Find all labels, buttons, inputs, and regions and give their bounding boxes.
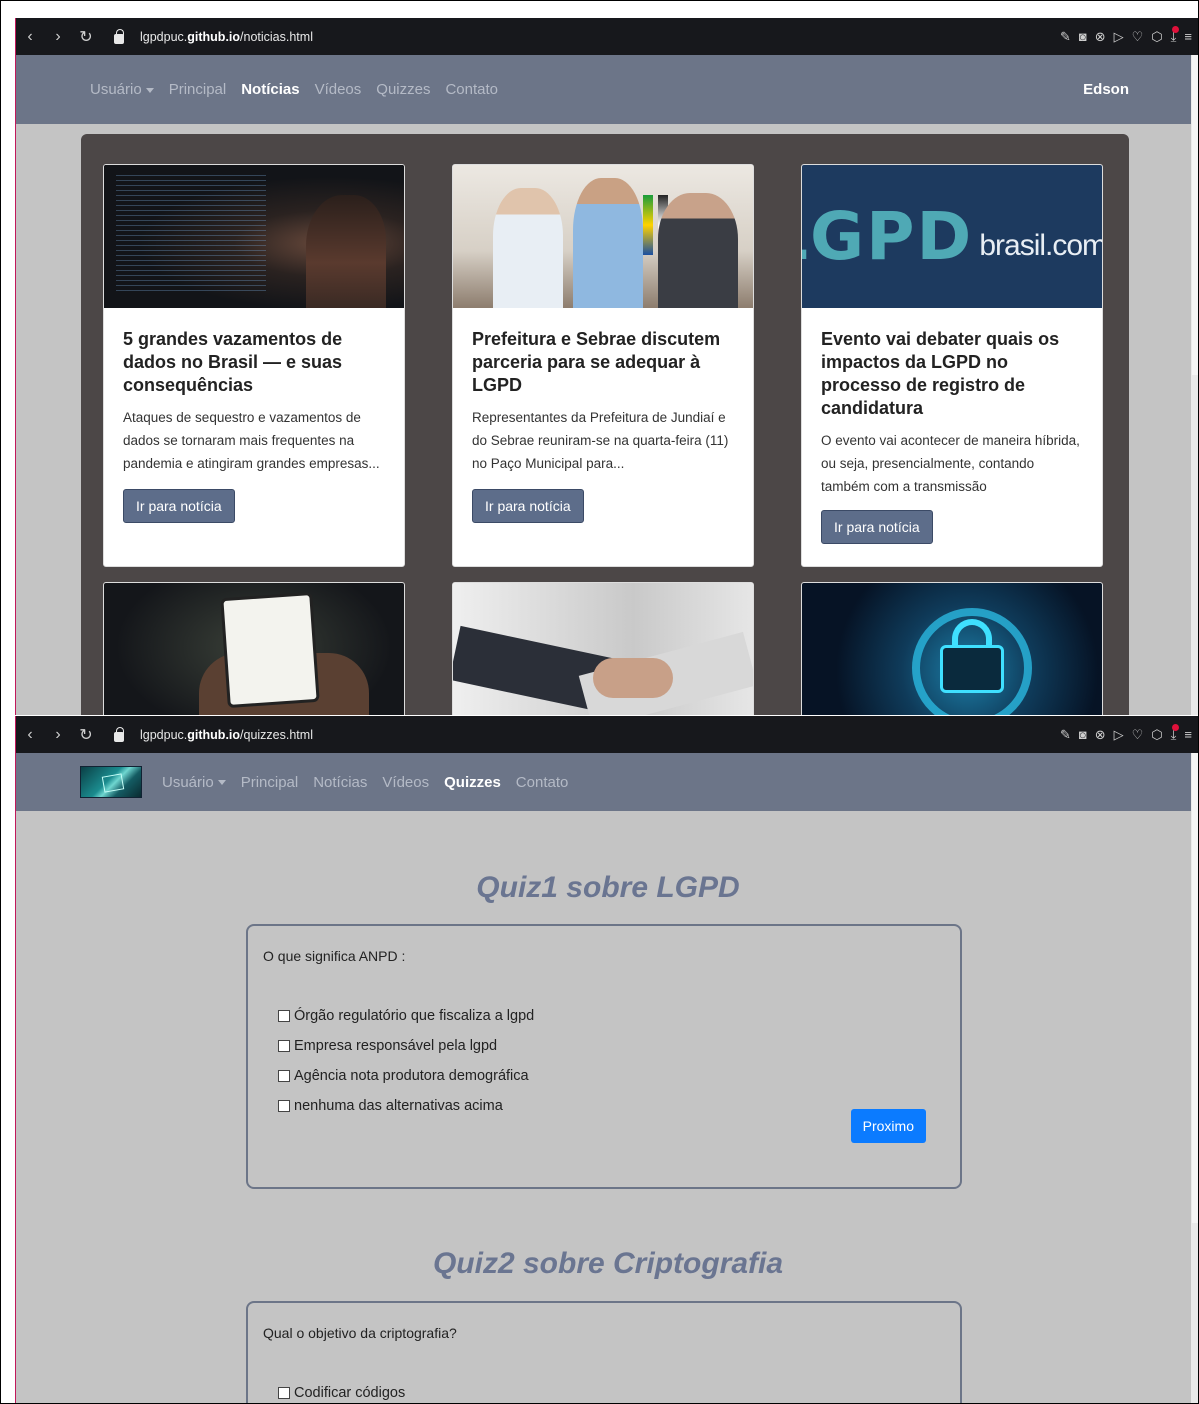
news-card <box>103 582 405 715</box>
download-icon[interactable]: ⤓ <box>1171 723 1180 743</box>
card-title[interactable]: Evento vai debater quais os impactos da … <box>821 328 1083 420</box>
reload-icon[interactable]: ↻ <box>72 27 100 47</box>
quiz1-box: O que significa ANPD : Órgão regulatório… <box>246 924 962 1189</box>
caret-down-icon <box>145 87 154 93</box>
quiz2-title: Quiz2 sobre Criptografia <box>432 1247 784 1280</box>
handshake-image <box>453 583 753 715</box>
checkbox[interactable] <box>278 1100 290 1112</box>
box-icon[interactable]: ⬡ <box>1151 29 1162 45</box>
checkbox[interactable] <box>278 1387 290 1399</box>
nav-videos[interactable]: Vídeos <box>315 81 362 98</box>
nav-principal[interactable]: Principal <box>241 774 299 791</box>
nav-noticias[interactable]: Notícias <box>241 81 299 98</box>
quiz1-question: O que significa ANPD : <box>263 948 406 964</box>
news-panel: 5 grandes vazamentos de dados no Brasil … <box>81 134 1129 715</box>
block-icon[interactable]: ⊗ <box>1095 727 1106 743</box>
scrollbar[interactable] <box>1191 55 1199 715</box>
heart-icon[interactable]: ♡ <box>1132 29 1144 45</box>
news-page: 5 grandes vazamentos de dados no Brasil … <box>16 124 1199 715</box>
menu-icon[interactable]: ≡ <box>1184 29 1192 45</box>
back-icon[interactable]: ‹ <box>16 28 44 46</box>
lock-icon <box>114 726 124 742</box>
logo-main-text: LGPD <box>802 198 974 275</box>
nav-user-dropdown[interactable]: Usuário <box>162 774 226 791</box>
brand-logo[interactable] <box>80 766 142 798</box>
news-card <box>452 582 754 715</box>
quiz1-option[interactable]: Órgão regulatório que fiscaliza a lgpd <box>278 1001 945 1031</box>
nav-contato[interactable]: Contato <box>516 774 569 791</box>
card-title[interactable]: Prefeitura e Sebrae discutem parceria pa… <box>472 328 734 397</box>
caret-down-icon <box>217 780 226 786</box>
read-news-button[interactable]: Ir para notícia <box>821 510 933 544</box>
nav-principal[interactable]: Principal <box>169 81 227 98</box>
address-bar[interactable]: lgpdpuc.github.io/noticias.html <box>140 30 313 44</box>
browser-window-quizzes: ‹ › ↻ lgpdpuc.github.io/quizzes.html ✎ ◙… <box>15 716 1199 1404</box>
edit-icon[interactable]: ✎ <box>1060 727 1071 743</box>
card-text: O evento vai acontecer de maneira híbrid… <box>821 433 1080 494</box>
browser-toolbar: ‹ › ↻ lgpdpuc.github.io/noticias.html ✎ … <box>16 18 1199 55</box>
forward-icon[interactable]: › <box>44 726 72 744</box>
browser-window-news: ‹ › ↻ lgpdpuc.github.io/noticias.html ✎ … <box>15 18 1199 715</box>
news-card: LGPD brasil.com.br Evento vai debater qu… <box>801 164 1103 567</box>
camera-icon[interactable]: ◙ <box>1079 29 1087 45</box>
quiz2-question: Qual o objetivo da criptografia? <box>263 1325 457 1341</box>
quiz1-option[interactable]: nenhuma das alternativas acima <box>278 1091 945 1121</box>
checkbox[interactable] <box>278 1040 290 1052</box>
heart-icon[interactable]: ♡ <box>1132 727 1144 743</box>
nav-noticias[interactable]: Notícias <box>313 774 367 791</box>
scrollbar[interactable] <box>1191 753 1199 1404</box>
user-name[interactable]: Edson <box>1083 81 1129 98</box>
reload-icon[interactable]: ↻ <box>72 725 100 745</box>
browser-toolbar: ‹ › ↻ lgpdpuc.github.io/quizzes.html ✎ ◙… <box>16 716 1199 753</box>
address-bar[interactable]: lgpdpuc.github.io/quizzes.html <box>140 728 313 742</box>
code-screen-image <box>104 165 404 308</box>
lgpd-logo-image: LGPD brasil.com.br <box>802 165 1102 308</box>
nav-videos[interactable]: Vídeos <box>382 774 429 791</box>
nav-quizzes[interactable]: Quizzes <box>376 81 430 98</box>
back-icon[interactable]: ‹ <box>16 726 44 744</box>
logo-sub-text: brasil.com.br <box>979 228 1102 262</box>
site-navbar: Usuário Principal Notícias Vídeos Quizze… <box>16 55 1199 124</box>
card-title[interactable]: 5 grandes vazamentos de dados no Brasil … <box>123 328 385 397</box>
quiz-page: Quiz1 sobre LGPD O que significa ANPD : … <box>16 811 1199 1404</box>
quiz2-box: Qual o objetivo da criptografia? Codific… <box>246 1301 962 1404</box>
nav-contato[interactable]: Contato <box>445 81 498 98</box>
menu-icon[interactable]: ≡ <box>1184 727 1192 743</box>
meeting-image <box>453 165 753 308</box>
read-news-button[interactable]: Ir para notícia <box>123 489 235 523</box>
quiz2-option[interactable]: Codificar códigos <box>278 1378 945 1404</box>
lock-icon <box>114 28 124 44</box>
padlock-image <box>802 583 1102 715</box>
send-icon[interactable]: ▷ <box>1114 727 1124 743</box>
camera-icon[interactable]: ◙ <box>1079 727 1087 743</box>
site-navbar: Usuário Principal Notícias Vídeos Quizze… <box>16 753 1199 811</box>
send-icon[interactable]: ▷ <box>1114 29 1124 45</box>
quiz1-title: Quiz1 sobre LGPD <box>476 871 740 904</box>
checkbox[interactable] <box>278 1010 290 1022</box>
block-icon[interactable]: ⊗ <box>1095 29 1106 45</box>
nav-quizzes[interactable]: Quizzes <box>444 774 501 791</box>
download-icon[interactable]: ⤓ <box>1171 25 1180 45</box>
news-card: Prefeitura e Sebrae discutem parceria pa… <box>452 164 754 567</box>
next-button[interactable]: Proximo <box>850 1109 926 1143</box>
quiz1-option[interactable]: Agência nota produtora demográfica <box>278 1061 945 1091</box>
checkbox[interactable] <box>278 1070 290 1082</box>
nav-user-dropdown[interactable]: Usuário <box>90 81 154 98</box>
card-text: Ataques de sequestro e vazamentos de dad… <box>123 410 380 471</box>
news-card <box>801 582 1103 715</box>
phone-hand-image <box>104 583 404 715</box>
quiz1-option[interactable]: Empresa responsável pela lgpd <box>278 1031 945 1061</box>
read-news-button[interactable]: Ir para notícia <box>472 489 584 523</box>
forward-icon[interactable]: › <box>44 28 72 46</box>
box-icon[interactable]: ⬡ <box>1151 727 1162 743</box>
news-card: 5 grandes vazamentos de dados no Brasil … <box>103 164 405 567</box>
edit-icon[interactable]: ✎ <box>1060 29 1071 45</box>
card-text: Representantes da Prefeitura de Jundiaí … <box>472 410 729 471</box>
